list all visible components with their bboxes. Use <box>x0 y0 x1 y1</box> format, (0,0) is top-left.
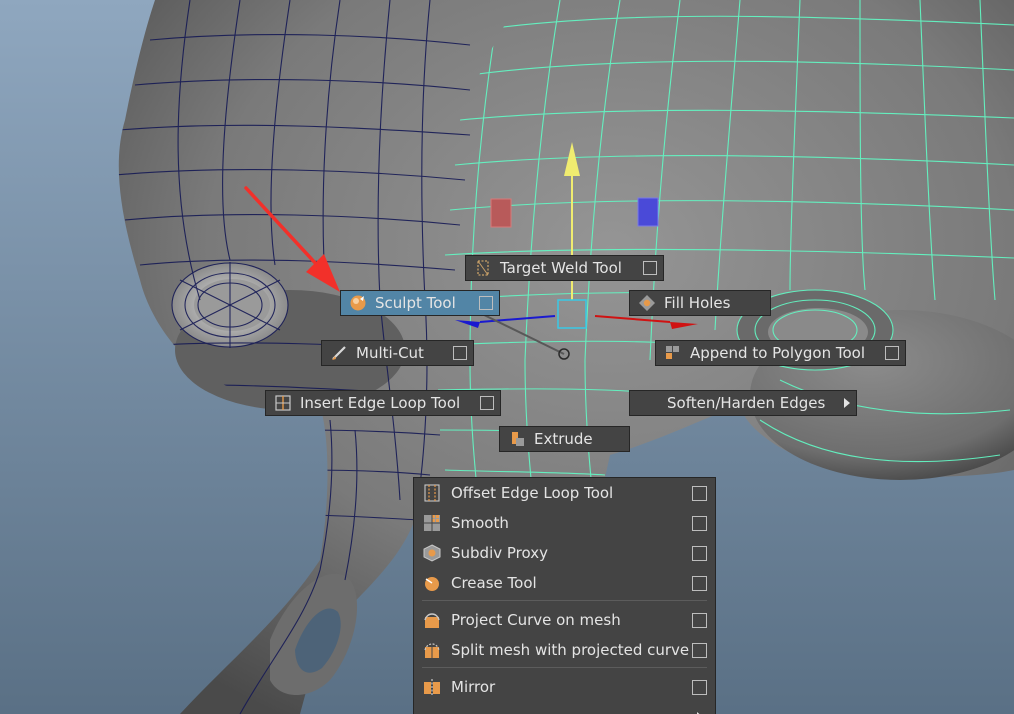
multi-cut-icon <box>330 344 348 362</box>
project-curve-icon <box>422 610 442 630</box>
option-box[interactable] <box>692 612 707 628</box>
yz-plane-handle-icon <box>637 197 659 227</box>
menu-item-sculpt-tool[interactable]: Sculpt Tool <box>340 290 500 316</box>
menu-item-label: Project Curve on mesh <box>451 611 621 629</box>
option-box[interactable] <box>643 261 657 275</box>
fill-holes-icon <box>638 294 656 312</box>
option-box[interactable] <box>480 396 494 410</box>
submenu-arrow-icon <box>844 398 850 408</box>
menu-item-label: Offset Edge Loop Tool <box>451 484 614 502</box>
overflow-menu: Offset Edge Loop Tool Smooth Subdiv Prox… <box>413 477 716 714</box>
sculpt-icon <box>349 294 367 312</box>
menu-item-label: Soften/Harden Edges <box>667 394 826 412</box>
menu-item-multi-cut[interactable]: Multi-Cut <box>321 340 474 366</box>
menu-item-label: Fill Holes <box>664 294 731 312</box>
menu-item-smooth[interactable]: Smooth <box>414 508 715 538</box>
menu-item-label: Sculpt Tool <box>375 294 456 312</box>
mirror-icon <box>422 677 442 697</box>
menu-item-extrude[interactable]: Extrude <box>499 426 630 452</box>
split-mesh-icon <box>422 640 442 660</box>
option-box[interactable] <box>692 642 707 658</box>
menu-item-soften-harden-edges[interactable]: Soften/Harden Edges <box>629 390 857 416</box>
smooth-icon <box>422 513 442 533</box>
append-polygon-icon <box>664 344 682 362</box>
menu-item-label: Subdiv Proxy <box>451 544 548 562</box>
menu-item-split-mesh-with-projected-curve[interactable]: Split mesh with projected curve <box>414 635 715 665</box>
menu-item-label: Insert Edge Loop Tool <box>300 394 461 412</box>
menu-item-label: Multi-Cut <box>356 344 424 362</box>
menu-item-label: Extrude <box>534 430 593 448</box>
menu-item-mirror[interactable]: Mirror <box>414 672 715 702</box>
menu-item-label: Append to Polygon Tool <box>690 344 865 362</box>
menu-separator <box>422 600 707 601</box>
option-box[interactable] <box>692 575 707 591</box>
insert-edge-loop-icon <box>274 394 292 412</box>
menu-item-label: Target Weld Tool <box>500 259 622 277</box>
option-box[interactable] <box>692 485 707 501</box>
menu-item-insert-edge-loop-tool[interactable]: Insert Edge Loop Tool <box>265 390 501 416</box>
menu-item-target-weld-tool[interactable]: Target Weld Tool <box>465 255 664 281</box>
option-box[interactable] <box>692 679 707 695</box>
menu-item-label: Mirror <box>451 678 496 696</box>
option-box[interactable] <box>885 346 899 360</box>
menu-separator <box>422 667 707 668</box>
extrude-icon <box>508 430 526 448</box>
menu-item-crease-tool[interactable]: Crease Tool <box>414 568 715 598</box>
menu-item-offset-edge-loop-tool[interactable]: Offset Edge Loop Tool <box>414 478 715 508</box>
option-box[interactable] <box>479 296 493 310</box>
menu-item-label: Split mesh with projected curve <box>451 641 690 659</box>
target-weld-icon <box>474 259 492 277</box>
menu-item-fill-holes[interactable]: Fill Holes <box>629 290 771 316</box>
crease-icon <box>422 573 442 593</box>
subdiv-proxy-icon <box>422 543 442 563</box>
offset-edge-loop-icon <box>422 483 442 503</box>
menu-item-append-to-polygon-tool[interactable]: Append to Polygon Tool <box>655 340 906 366</box>
cut-off-item-icon <box>422 707 442 714</box>
option-box[interactable] <box>692 515 707 531</box>
menu-item-label: Crease Tool <box>451 574 537 592</box>
menu-item-cut-off[interactable] <box>414 702 715 714</box>
3d-viewport[interactable]: Target Weld Tool Sculpt Tool Fill Holes … <box>0 0 1014 714</box>
option-box[interactable] <box>453 346 467 360</box>
menu-item-subdiv-proxy[interactable]: Subdiv Proxy <box>414 538 715 568</box>
xy-plane-handle-icon <box>490 198 512 228</box>
menu-item-label: Smooth <box>451 514 509 532</box>
option-box[interactable] <box>692 545 707 561</box>
menu-item-project-curve-on-mesh[interactable]: Project Curve on mesh <box>414 605 715 635</box>
